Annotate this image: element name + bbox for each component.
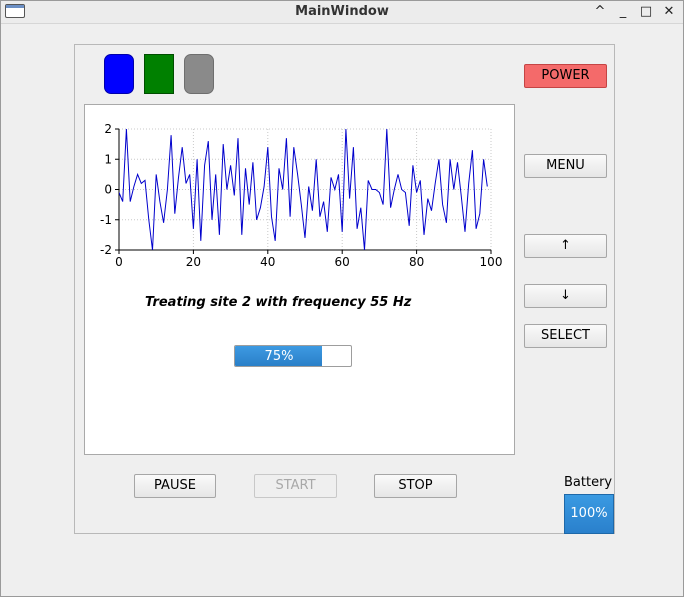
stop-button[interactable]: STOP	[374, 474, 457, 498]
progress-label: 75%	[264, 349, 294, 364]
green-indicator	[144, 54, 174, 94]
close-icon[interactable]: ✕	[660, 3, 678, 21]
down-arrow-button[interactable]: ↓	[524, 284, 607, 308]
pause-button[interactable]: PAUSE	[134, 474, 216, 498]
treatment-status-text: Treating site 2 with frequency 55 Hz	[145, 295, 412, 310]
gray-indicator	[184, 54, 214, 94]
x-tick-label: 40	[260, 255, 275, 269]
y-tick-label: -1	[100, 213, 112, 227]
up-arrow-button[interactable]: ↑	[524, 234, 607, 258]
x-tick-label: 100	[480, 255, 503, 269]
minimize-icon[interactable]: _	[614, 3, 632, 21]
maximize-icon[interactable]: □	[637, 3, 655, 21]
treatment-display: 0 20 40 60 80 100 2 1 0 -1 -2 Treating site 2 with…	[84, 104, 515, 455]
y-tick-label: 1	[104, 152, 112, 166]
x-tick-label: 80	[409, 255, 424, 269]
x-tick-label: 20	[186, 255, 201, 269]
battery-level: 100%	[564, 494, 614, 534]
y-tick-label: 2	[104, 122, 112, 136]
shade-chevron-icon[interactable]: ^	[591, 3, 609, 21]
y-tick-label: 0	[104, 183, 112, 197]
power-button[interactable]: POWER	[524, 64, 607, 88]
blue-indicator	[104, 54, 134, 94]
signal-chart: 0 20 40 60 80 100 2 1 0 -1 -2	[100, 122, 503, 269]
window-title: MainWindow	[295, 4, 389, 19]
x-tick-label: 60	[335, 255, 350, 269]
select-button[interactable]: SELECT	[524, 324, 607, 348]
x-tick-label: 0	[115, 255, 123, 269]
y-tick-label: -2	[100, 243, 112, 257]
menu-button[interactable]: MENU	[524, 154, 607, 178]
signal-series-line	[119, 129, 488, 250]
title-bar[interactable]: MainWindow ^ _ □ ✕	[1, 1, 683, 24]
treatment-progress-bar: 75%	[234, 345, 352, 367]
start-button[interactable]: START	[254, 474, 337, 498]
battery-label: Battery	[564, 475, 613, 490]
